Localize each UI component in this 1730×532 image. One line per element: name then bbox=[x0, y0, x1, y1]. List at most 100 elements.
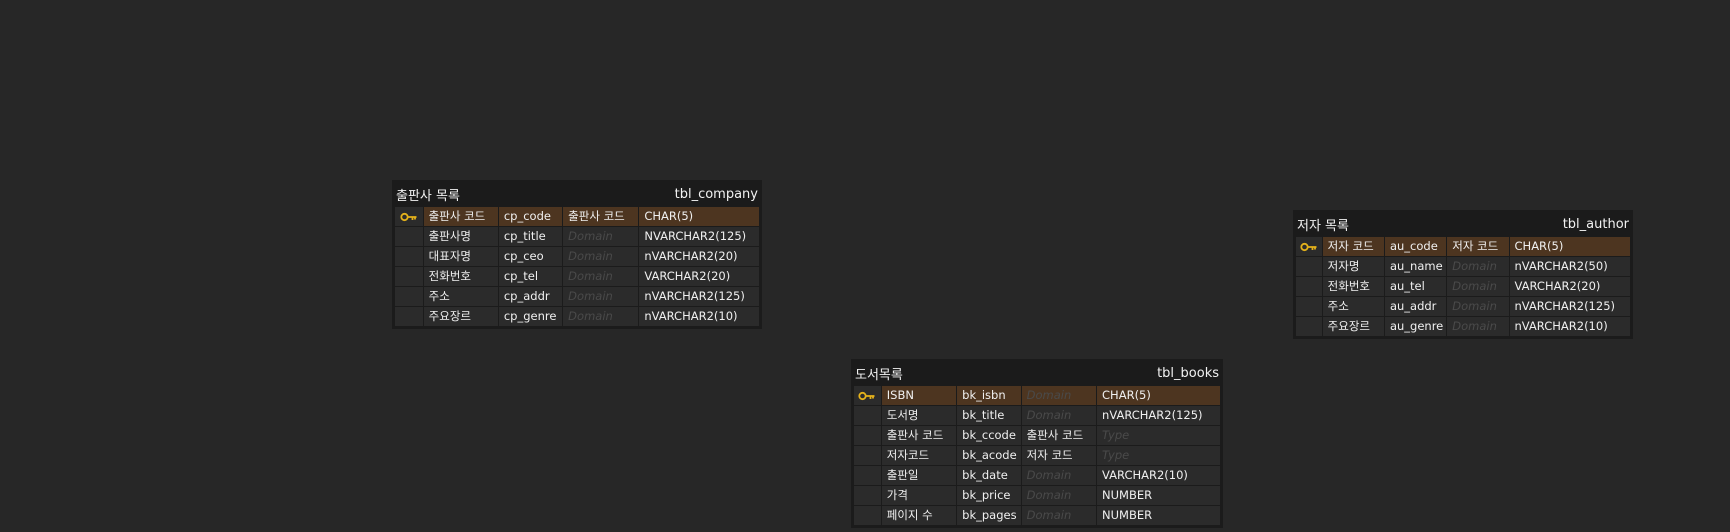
attribute-logical-name[interactable]: 도서명 bbox=[881, 406, 957, 425]
attribute-logical-name[interactable]: 주소 bbox=[1322, 297, 1384, 316]
attribute-datatype[interactable]: CHAR(5) bbox=[1509, 237, 1631, 256]
attribute-physical-name[interactable]: bk_pages bbox=[957, 506, 1021, 525]
attribute-logical-name[interactable]: 출판사 코드 bbox=[423, 207, 498, 226]
attribute-datatype[interactable]: CHAR(5) bbox=[639, 207, 759, 226]
attribute-physical-name[interactable]: cp_code bbox=[498, 207, 563, 226]
attribute-row[interactable]: 주소 cp_addr Domain nVARCHAR2(125) bbox=[395, 287, 759, 306]
attribute-row[interactable]: 가격 bk_price Domain NUMBER bbox=[854, 486, 1220, 505]
key-cell[interactable] bbox=[854, 486, 881, 505]
attribute-row[interactable]: 출판일 bk_date Domain VARCHAR2(10) bbox=[854, 466, 1220, 485]
attribute-physical-name[interactable]: bk_ccode bbox=[957, 426, 1021, 445]
key-cell[interactable] bbox=[854, 466, 881, 485]
key-cell[interactable] bbox=[854, 446, 881, 465]
attribute-row[interactable]: 전화번호 cp_tel Domain VARCHAR2(20) bbox=[395, 267, 759, 286]
entity-header[interactable]: 저자 목록 tbl_author bbox=[1294, 211, 1632, 237]
attribute-datatype[interactable]: nVARCHAR2(125) bbox=[1097, 406, 1220, 425]
erd-canvas[interactable]: 출판사 목록 tbl_company 출판사 코드 cp_code 출판사 코드 CH… bbox=[0, 0, 1730, 532]
attribute-logical-name[interactable]: ISBN bbox=[881, 386, 957, 405]
attribute-logical-name[interactable]: 전화번호 bbox=[1322, 277, 1384, 296]
key-cell[interactable] bbox=[1296, 257, 1322, 276]
entity-header[interactable]: 출판사 목록 tbl_company bbox=[393, 181, 761, 207]
attribute-physical-name[interactable]: cp_addr bbox=[498, 287, 563, 306]
attribute-datatype[interactable]: VARCHAR2(10) bbox=[1097, 466, 1220, 485]
attribute-datatype[interactable]: NUMBER bbox=[1097, 486, 1220, 505]
attribute-physical-name[interactable]: bk_date bbox=[957, 466, 1021, 485]
attribute-logical-name[interactable]: 가격 bbox=[881, 486, 957, 505]
primary-key-row[interactable]: ISBN bk_isbn Domain CHAR(5) bbox=[854, 386, 1220, 405]
attribute-datatype[interactable]: nVARCHAR2(50) bbox=[1509, 257, 1631, 276]
attribute-domain[interactable]: Domain bbox=[563, 247, 639, 266]
key-cell[interactable] bbox=[1296, 277, 1322, 296]
attribute-physical-name[interactable]: cp_title bbox=[498, 227, 563, 246]
attribute-physical-name[interactable]: au_code bbox=[1384, 237, 1447, 256]
attribute-logical-name[interactable]: 출판사명 bbox=[423, 227, 498, 246]
key-cell[interactable] bbox=[854, 386, 881, 405]
attribute-datatype[interactable]: nVARCHAR2(20) bbox=[639, 247, 759, 266]
key-cell[interactable] bbox=[854, 406, 881, 425]
attribute-domain[interactable]: Domain bbox=[563, 287, 639, 306]
key-cell[interactable] bbox=[1296, 237, 1322, 256]
entity-header[interactable]: 도서목록 tbl_books bbox=[852, 360, 1222, 386]
attribute-physical-name[interactable]: bk_price bbox=[957, 486, 1021, 505]
attribute-datatype[interactable]: VARCHAR2(20) bbox=[1509, 277, 1631, 296]
attribute-domain[interactable]: 출판사 코드 bbox=[1021, 426, 1097, 445]
attribute-datatype[interactable]: nVARCHAR2(10) bbox=[639, 307, 759, 326]
attribute-domain[interactable]: Domain bbox=[1447, 297, 1509, 316]
attribute-datatype[interactable]: nVARCHAR2(10) bbox=[1509, 317, 1631, 336]
attribute-physical-name[interactable]: cp_genre bbox=[498, 307, 563, 326]
attribute-domain[interactable]: 저자 코드 bbox=[1021, 446, 1097, 465]
key-cell[interactable] bbox=[1296, 317, 1322, 336]
attribute-datatype[interactable]: VARCHAR2(20) bbox=[639, 267, 759, 286]
attribute-domain[interactable]: Domain bbox=[1021, 486, 1097, 505]
key-cell[interactable] bbox=[395, 247, 423, 266]
attribute-domain[interactable]: Domain bbox=[1021, 406, 1097, 425]
attribute-row[interactable]: 주소 au_addr Domain nVARCHAR2(125) bbox=[1296, 297, 1631, 316]
attribute-datatype[interactable]: nVARCHAR2(125) bbox=[639, 287, 759, 306]
attribute-logical-name[interactable]: 저자 코드 bbox=[1322, 237, 1384, 256]
entity-tbl-author[interactable]: 저자 목록 tbl_author 저자 코드 au_code 저자 코드 CHAR(5… bbox=[1293, 210, 1633, 339]
attribute-row[interactable]: 저자명 au_name Domain nVARCHAR2(50) bbox=[1296, 257, 1631, 276]
key-cell[interactable] bbox=[395, 307, 423, 326]
attribute-physical-name[interactable]: cp_ceo bbox=[498, 247, 563, 266]
primary-key-row[interactable]: 출판사 코드 cp_code 출판사 코드 CHAR(5) bbox=[395, 207, 759, 226]
attribute-domain[interactable]: Domain bbox=[563, 267, 639, 286]
key-cell[interactable] bbox=[1296, 297, 1322, 316]
attribute-datatype[interactable]: CHAR(5) bbox=[1097, 386, 1220, 405]
attribute-physical-name[interactable]: bk_title bbox=[957, 406, 1021, 425]
attribute-logical-name[interactable]: 주소 bbox=[423, 287, 498, 306]
attribute-physical-name[interactable]: bk_isbn bbox=[957, 386, 1021, 405]
attribute-physical-name[interactable]: au_genre bbox=[1384, 317, 1447, 336]
attribute-row[interactable]: 출판사 코드 bk_ccode 출판사 코드 Type bbox=[854, 426, 1220, 445]
attribute-domain[interactable]: Domain bbox=[1447, 257, 1509, 276]
attribute-physical-name[interactable]: au_tel bbox=[1384, 277, 1447, 296]
attribute-domain[interactable]: Domain bbox=[563, 307, 639, 326]
attribute-row[interactable]: 저자코드 bk_acode 저자 코드 Type bbox=[854, 446, 1220, 465]
attribute-row[interactable]: 페이지 수 bk_pages Domain NUMBER bbox=[854, 506, 1220, 525]
attribute-domain[interactable]: Domain bbox=[1021, 506, 1097, 525]
attribute-domain[interactable]: 저자 코드 bbox=[1447, 237, 1509, 256]
attribute-logical-name[interactable]: 저자명 bbox=[1322, 257, 1384, 276]
attribute-row[interactable]: 출판사명 cp_title Domain NVARCHAR2(125) bbox=[395, 227, 759, 246]
key-cell[interactable] bbox=[395, 207, 423, 226]
attribute-domain[interactable]: Domain bbox=[1021, 386, 1097, 405]
attribute-physical-name[interactable]: au_name bbox=[1384, 257, 1447, 276]
attribute-row[interactable]: 주요장르 au_genre Domain nVARCHAR2(10) bbox=[1296, 317, 1631, 336]
attribute-logical-name[interactable]: 주요장르 bbox=[1322, 317, 1384, 336]
attribute-logical-name[interactable]: 저자코드 bbox=[881, 446, 957, 465]
attribute-logical-name[interactable]: 전화번호 bbox=[423, 267, 498, 286]
key-cell[interactable] bbox=[395, 287, 423, 306]
attribute-domain[interactable]: Domain bbox=[563, 227, 639, 246]
attribute-datatype[interactable]: NVARCHAR2(125) bbox=[639, 227, 759, 246]
attribute-physical-name[interactable]: au_addr bbox=[1384, 297, 1447, 316]
attribute-logical-name[interactable]: 출판일 bbox=[881, 466, 957, 485]
attribute-domain[interactable]: Domain bbox=[1447, 277, 1509, 296]
attribute-physical-name[interactable]: bk_acode bbox=[957, 446, 1021, 465]
attribute-domain[interactable]: Domain bbox=[1447, 317, 1509, 336]
entity-tbl-books[interactable]: 도서목록 tbl_books ISBN bk_isbn Domain CHAR(5) 도… bbox=[851, 359, 1223, 528]
key-cell[interactable] bbox=[854, 426, 881, 445]
key-cell[interactable] bbox=[395, 267, 423, 286]
attribute-domain[interactable]: 출판사 코드 bbox=[563, 207, 639, 226]
primary-key-row[interactable]: 저자 코드 au_code 저자 코드 CHAR(5) bbox=[1296, 237, 1631, 256]
entity-tbl-company[interactable]: 출판사 목록 tbl_company 출판사 코드 cp_code 출판사 코드 CH… bbox=[392, 180, 762, 329]
attribute-physical-name[interactable]: cp_tel bbox=[498, 267, 563, 286]
